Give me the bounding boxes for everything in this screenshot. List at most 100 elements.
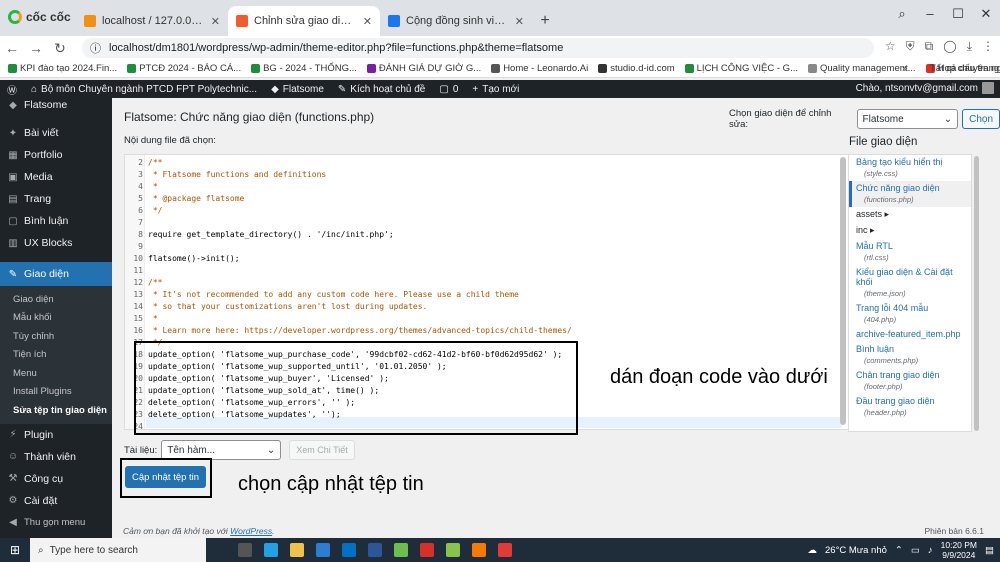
app-icon[interactable] (420, 543, 434, 557)
file-item[interactable]: Đầu trang giao diện (header.php) (849, 394, 971, 420)
sidebar-item-flatsome[interactable]: ◆ Flatsome (0, 96, 112, 114)
sidebar-item[interactable]: ⚡ Plugin (0, 424, 112, 446)
file-item[interactable]: Bảng tạo kiểu hiển thị (style.css) (849, 155, 971, 181)
all-bookmarks[interactable]: Tất cả dấu trang (930, 63, 999, 74)
sidebar-item[interactable]: ⚙ Cài đặt (0, 490, 112, 512)
footer-thanks: Cảm ơn bạn đã khởi tạo với WordPress. (123, 526, 275, 536)
extensions-icon[interactable]: ⧉ (925, 39, 934, 54)
submenu-item[interactable]: Tiện ích (0, 346, 112, 365)
bookmark-item[interactable]: Quality management... (808, 63, 916, 74)
sidebar-item[interactable]: ▤ Trang (0, 188, 112, 210)
submenu-item[interactable]: Tùy chỉnh (0, 327, 112, 346)
bookmark-item[interactable]: ĐÁNH GIÁ DỰ GIỜ G... (366, 63, 481, 74)
store-icon[interactable] (316, 543, 330, 557)
browser-tab[interactable]: Chỉnh sửa giao diện ‹ Bộ môn ✕ (228, 6, 380, 36)
submenu-item[interactable]: Install Plugins (0, 383, 112, 402)
tab-search-icon[interactable]: ⌕ (888, 6, 916, 22)
admin-bar-activate[interactable]: ✎ Kích hoạt chủ đề (331, 84, 432, 95)
submenu-item[interactable]: Giao diện (0, 290, 112, 309)
back-icon[interactable]: ← (0, 40, 24, 56)
bookmark-item[interactable]: KPI đào tạo 2024.Fin... (8, 63, 117, 74)
bookmark-item[interactable]: studio.d-id.com (598, 63, 675, 74)
xampp-icon[interactable] (472, 543, 486, 557)
notification-icon[interactable]: ▤ (985, 545, 994, 556)
submenu-item[interactable]: Sửa tệp tin giao diện (0, 401, 112, 420)
windows-start-icon[interactable]: ⊞ (0, 543, 30, 557)
clock[interactable]: 10:20 PM 9/9/2024 (941, 540, 977, 560)
wp-logo-icon[interactable]: Ⓦ (0, 82, 24, 97)
file-item[interactable]: Mẫu RTL (rtl.css) (849, 239, 971, 265)
folder-item[interactable]: assets ▸ (849, 207, 971, 223)
editor-scrollbar[interactable] (840, 157, 846, 425)
sidebar-item[interactable]: ▦ Portfolio (0, 144, 112, 166)
bookmark-star-icon[interactable]: ☆ (885, 39, 896, 54)
sidebar-item[interactable]: ▣ Media (0, 166, 112, 188)
brush-icon: ✎ (337, 83, 347, 95)
word-icon[interactable] (368, 543, 382, 557)
collapse-menu-button[interactable]: ◀ Thu gọn menu (0, 512, 112, 534)
new-tab-button[interactable]: + (532, 6, 558, 36)
admin-bar-theme[interactable]: ◆ Flatsome (264, 84, 331, 95)
mail-icon[interactable] (342, 543, 356, 557)
admin-bar-comments[interactable]: ▢ 0 (432, 84, 465, 95)
theme-select[interactable]: Flatsome ⌄ (856, 109, 959, 129)
sidebar-item[interactable]: ▥ UX Blocks (0, 232, 112, 254)
sidebar-item[interactable]: ✦ Bài viết (0, 122, 112, 144)
download-icon[interactable]: ⤓ (967, 39, 972, 54)
network-icon[interactable]: ▭ (911, 545, 920, 556)
admin-bar-site[interactable]: ⌂ Bộ môn Chuyên ngành PTCD FPT Polytechni… (24, 84, 264, 95)
sidebar-item[interactable]: ☺ Thành viên (0, 446, 112, 468)
site-info-icon[interactable]: ⓘ (90, 40, 101, 56)
file-item[interactable]: archive-featured_item.php (849, 327, 971, 342)
file-item[interactable]: Chức năng giao diện (functions.php) (849, 181, 971, 207)
submenu-item[interactable]: Mẫu khối (0, 309, 112, 328)
settings-icon: ⚙ (8, 495, 18, 506)
file-item[interactable]: Kiểu giao diện & Cài đặt khối (theme.json… (849, 265, 971, 301)
tray-chevron-icon[interactable]: ⌃ (895, 545, 903, 556)
url-input[interactable]: ⓘ localhost/dm1801/wordpress/wp-admin/th… (82, 38, 874, 58)
bookmarks-more[interactable]: » (902, 63, 907, 74)
maximize-icon[interactable]: ☐ (944, 6, 972, 22)
browser-logo[interactable]: cốc cốc (8, 10, 71, 24)
file-item[interactable]: Bình luận (comments.php) (849, 342, 971, 368)
app-icon-3[interactable] (498, 543, 512, 557)
bookmark-favicon-icon (808, 64, 817, 73)
sidebar-item[interactable]: ▢ Bình luận (0, 210, 112, 232)
admin-bar-new[interactable]: + Tạo mới (465, 84, 526, 95)
app-icon-2[interactable] (446, 543, 460, 557)
browser-tab[interactable]: Cộng đồng sinh viên chuyên ngàn ✕ (380, 6, 532, 36)
sidebar-item-appearance[interactable]: ✎ Giao diện (0, 262, 112, 286)
file-list-scrollbar[interactable] (974, 156, 979, 431)
view-details-button[interactable]: Xem Chi Tiết (289, 440, 355, 460)
tab-close-icon[interactable]: ✕ (211, 15, 220, 28)
bookmark-item[interactable]: Home - Leonardo.Ai (491, 63, 588, 74)
minimize-icon[interactable]: – (916, 6, 944, 22)
wordpress-link[interactable]: WordPress (230, 526, 272, 536)
admin-bar-account[interactable]: Chào, ntsonvtv@gmail.com (856, 82, 994, 94)
forward-icon[interactable]: → (24, 40, 48, 56)
tab-close-icon[interactable]: ✕ (515, 15, 524, 28)
menu-icon[interactable]: ⋮ (982, 39, 994, 54)
folder-item[interactable]: inc ▸ (849, 223, 971, 239)
volume-icon[interactable]: ♪ (928, 545, 933, 556)
select-theme-button[interactable]: Chọn (962, 109, 1000, 129)
taskbar-search[interactable]: ⌕ Type here to search (30, 538, 206, 562)
edge-icon[interactable] (264, 543, 278, 557)
shield-icon[interactable]: ⛨ (906, 39, 915, 54)
submenu-item[interactable]: Menu (0, 364, 112, 383)
task-view-icon[interactable] (238, 543, 252, 557)
file-item[interactable]: Trang lỗi 404 mẫu (404.php) (849, 301, 971, 327)
function-name-select[interactable]: Tên hàm... ⌄ (161, 440, 282, 460)
bookmark-item[interactable]: LỊCH CÔNG VIỆC - G... (684, 63, 798, 74)
file-explorer-icon[interactable] (290, 543, 304, 557)
bookmark-item[interactable]: PTCĐ 2024 - BÁO CÁ... (127, 63, 241, 74)
bookmark-item[interactable]: BG - 2024 - THỐNG... (251, 63, 357, 74)
profile-icon[interactable]: ◯ (943, 39, 956, 54)
tab-close-icon[interactable]: ✕ (363, 15, 372, 28)
close-window-icon[interactable]: ✕ (972, 6, 1000, 22)
sidebar-item[interactable]: ⚒ Công cụ (0, 468, 112, 490)
coccoc-taskbar-icon[interactable] (394, 543, 408, 557)
reload-icon[interactable]: ↻ (48, 40, 72, 57)
file-item[interactable]: Chân trang giao diện (footer.php) (849, 368, 971, 394)
browser-tab[interactable]: localhost / 127.0.0.1 / dm1801 | p ✕ (76, 6, 228, 36)
